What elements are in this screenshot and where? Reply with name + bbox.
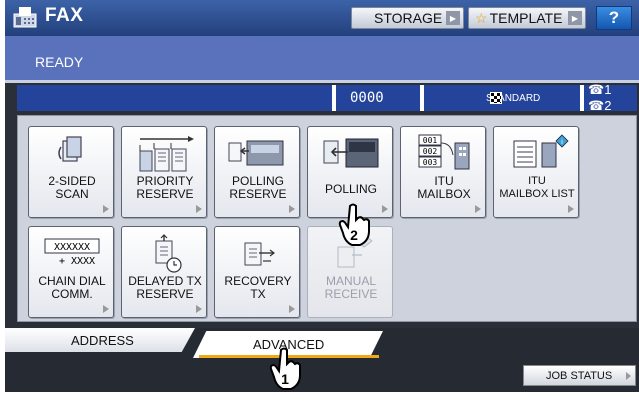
button-label-line2: SCAN [55, 187, 89, 201]
arrow-right-icon [196, 205, 202, 213]
button-label-line2: MAILBOX LIST [499, 188, 575, 200]
divider [5, 80, 639, 83]
two-sided-scan-button[interactable]: 2-SIDED SCAN [28, 126, 114, 218]
two-sided-scan-icon [58, 136, 82, 162]
itu-mailbox-icon: 001 002 003 [418, 134, 470, 170]
priority-reserve-icon [139, 136, 194, 172]
tab-bar: ADDRESS ADVANCED [5, 328, 639, 358]
delayed-tx-reserve-button[interactable]: DELAYED TX RESERVE [121, 226, 207, 318]
mailbox-number: 001 [423, 136, 438, 145]
line-indicator: ☎1 ☎2 [584, 82, 637, 113]
job-status-label: JOB STATUS [546, 369, 613, 382]
button-label-line1: POLLING [324, 182, 378, 196]
arrow-right-icon [103, 205, 109, 213]
button-label-line2: MAILBOX [417, 187, 471, 201]
recovery-tx-button[interactable]: RECOVERY TX [214, 226, 300, 318]
status-message: READY [35, 54, 84, 70]
step-number: 2 [350, 227, 358, 243]
arrow-right-icon [626, 372, 631, 380]
button-label-line2: RECEIVE [324, 287, 378, 301]
button-label-line2: COMM. [51, 287, 93, 301]
delayed-tx-icon [155, 234, 182, 273]
app-title: FAX [45, 5, 84, 26]
page-counter: 0000 [336, 85, 420, 111]
storage-button[interactable]: STORAGE ▶ [351, 7, 464, 29]
itu-mailbox-list-icon: i [513, 134, 569, 168]
hand-pointer-icon: 2 [338, 203, 370, 246]
fax-machine-icon [13, 7, 37, 28]
arrow-right-icon: ▶ [446, 11, 460, 25]
info-row: 0000 STANDARD ☎1 ☎2 [17, 82, 637, 113]
chain-dial-top: XXXXXX [54, 242, 90, 253]
chain-dial-bottom: + XXXX [59, 256, 95, 267]
tab-label: ADDRESS [71, 332, 134, 348]
button-label-line2: RESERVE [136, 287, 194, 301]
arrow-right-icon [382, 205, 388, 213]
arrow-right-icon [103, 305, 109, 313]
hand-pointer-icon: 1 [269, 347, 301, 390]
button-label-line2: RESERVE [229, 187, 287, 201]
arrow-right-icon [475, 205, 481, 213]
polling-reserve-button[interactable]: POLLING RESERVE [214, 126, 300, 218]
mailbox-number: 002 [423, 147, 438, 156]
status-area: READY [5, 36, 639, 80]
function-panel: 2-SIDED SCAN PRIORITY RESERVE POLLING RE… [17, 115, 637, 322]
arrow-right-icon [196, 305, 202, 313]
template-label: TEMPLATE [489, 10, 563, 26]
polling-icon [323, 138, 379, 168]
bottom-bar: JOB STATUS [5, 358, 639, 392]
address-field[interactable] [17, 85, 332, 111]
help-label: ? [608, 8, 620, 27]
checkered-resolution-icon [490, 92, 502, 104]
star-icon: ☆ [475, 9, 488, 26]
button-label-line2: RESERVE [136, 187, 194, 201]
arrow-right-icon [289, 205, 295, 213]
chain-dial-comm-button[interactable]: XXXXXX + XXXX CHAIN DIAL COMM. [28, 226, 114, 318]
arrow-right-icon [289, 305, 295, 313]
job-status-button[interactable]: JOB STATUS [523, 365, 636, 386]
arrow-right-icon [568, 205, 574, 213]
help-button[interactable]: ? [596, 6, 632, 30]
template-button[interactable]: ☆ TEMPLATE ▶ [468, 7, 586, 29]
button-label-line2: TX [250, 287, 266, 301]
line-label: ☎1 ☎2 [588, 82, 612, 113]
recovery-tx-icon [244, 242, 275, 266]
priority-reserve-button[interactable]: PRIORITY RESERVE [121, 126, 207, 218]
top-bar: FAX STORAGE ▶ ☆ TEMPLATE ▶ ? [5, 0, 639, 36]
mailbox-number: 003 [423, 158, 438, 167]
tab-address[interactable]: ADDRESS [5, 328, 195, 352]
itu-mailbox-list-button[interactable]: i ITU MAILBOX LIST [493, 126, 579, 218]
arrow-right-icon: ▶ [568, 11, 582, 25]
storage-label: STORAGE [374, 10, 443, 26]
fax-screen: FAX STORAGE ▶ ☆ TEMPLATE ▶ ? READY 0000 … [5, 0, 639, 392]
resolution-indicator: STANDARD [424, 85, 580, 111]
polling-reserve-icon [228, 140, 284, 166]
itu-mailbox-button[interactable]: 001 002 003 ITU MAILBOX [400, 126, 486, 218]
chain-dial-icon: XXXXXX + XXXX [44, 238, 100, 267]
button-label-line1: ITU [528, 175, 546, 187]
step-number: 1 [281, 371, 289, 387]
